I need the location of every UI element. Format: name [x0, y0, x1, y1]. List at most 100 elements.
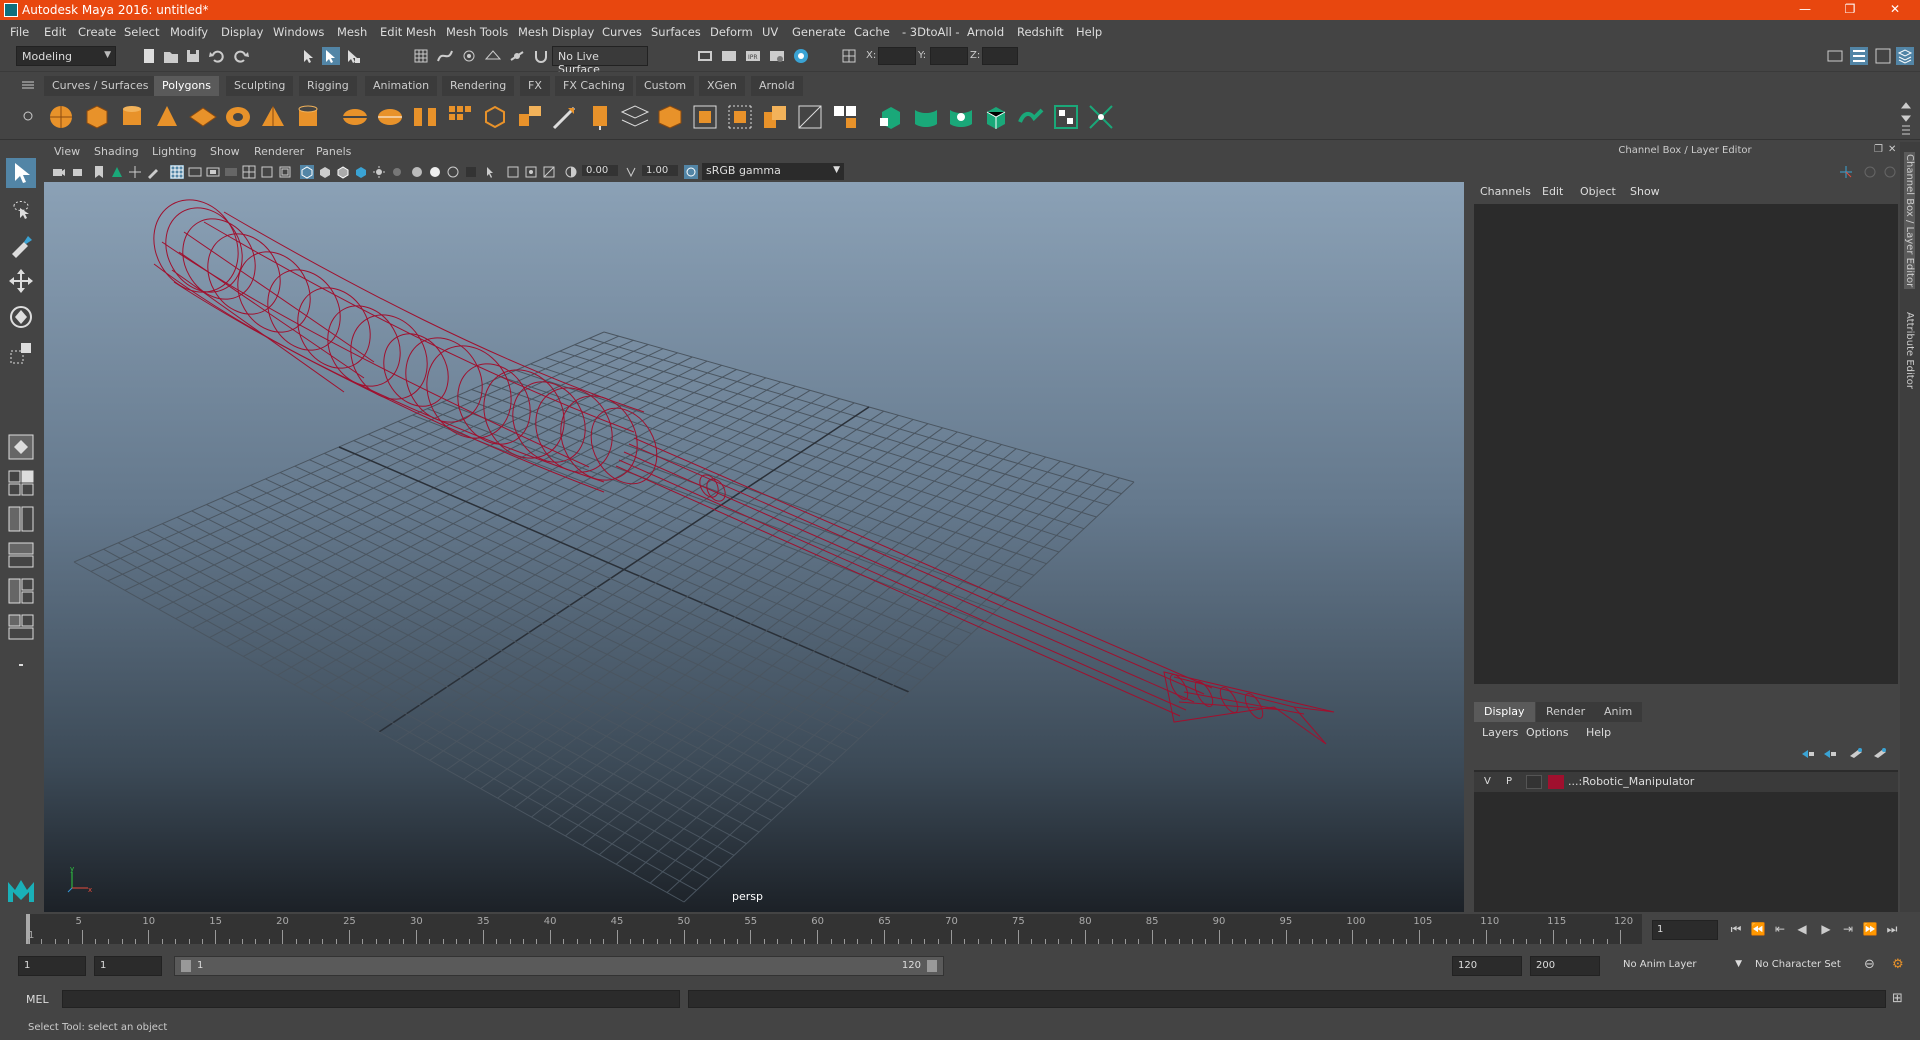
rotate-tool-icon[interactable]: [6, 302, 36, 332]
uv-layout-icon[interactable]: [1051, 102, 1081, 132]
menu-modify[interactable]: Modify: [170, 25, 208, 39]
menu-curves[interactable]: Curves: [602, 25, 642, 39]
menu-windows[interactable]: Windows: [273, 25, 324, 39]
range-end-handle[interactable]: [927, 960, 937, 972]
backface-culling-icon[interactable]: [542, 165, 556, 179]
float-panel-icon[interactable]: ❐: [1874, 144, 1883, 155]
minimize-button[interactable]: —: [1790, 2, 1820, 18]
modeling-toolkit-icon[interactable]: [1826, 47, 1844, 65]
smooth-shade-icon[interactable]: [318, 165, 332, 179]
mirror-icon[interactable]: [725, 102, 755, 132]
channels-menu[interactable]: Channels: [1480, 185, 1531, 198]
poly-pipe-icon[interactable]: [293, 102, 323, 132]
exposure-icon[interactable]: [564, 165, 578, 179]
menu-edit-mesh[interactable]: Edit Mesh: [380, 25, 436, 39]
help-menu[interactable]: Help: [1586, 726, 1611, 739]
end-time-field[interactable]: 200: [1530, 956, 1600, 976]
move-tool-icon[interactable]: [6, 266, 36, 296]
select-by-object-icon[interactable]: [322, 47, 340, 65]
render-layout-icon[interactable]: [6, 612, 36, 642]
view-transform-icon[interactable]: [684, 165, 698, 179]
y-field[interactable]: [930, 47, 968, 65]
field-chart-icon[interactable]: [242, 165, 256, 179]
xray-joints-icon[interactable]: [524, 165, 538, 179]
shelf-tab-rendering[interactable]: Rendering: [442, 76, 515, 96]
grid-toggle-icon[interactable]: [170, 165, 184, 179]
wireframe-icon[interactable]: [300, 165, 314, 179]
render-view-icon[interactable]: [696, 47, 714, 65]
planar-mapping-icon[interactable]: [876, 102, 906, 132]
menu-mesh-tools[interactable]: Mesh Tools: [446, 25, 508, 39]
paint-select-tool-icon[interactable]: [6, 230, 36, 260]
extrude-icon[interactable]: [515, 102, 545, 132]
play-backwards-icon[interactable]: ◀: [1794, 922, 1810, 938]
step-back-frame-icon[interactable]: ⏪: [1750, 922, 1766, 938]
layer-name[interactable]: ...:Robotic_Manipulator: [1568, 775, 1694, 788]
channel-box-toggle-icon[interactable]: [1896, 47, 1914, 65]
menu-redshift[interactable]: Redshift: [1017, 25, 1064, 39]
menu-mesh[interactable]: Mesh: [337, 25, 367, 39]
ipr-render-icon[interactable]: IPR: [744, 47, 762, 65]
viewport-menu-view[interactable]: View: [54, 145, 80, 158]
make-live-icon[interactable]: [508, 47, 526, 65]
target-weld-icon[interactable]: [585, 102, 615, 132]
mel-input[interactable]: [62, 990, 680, 1008]
gamma-field[interactable]: 1.00: [642, 165, 678, 176]
render-current-frame-icon[interactable]: [720, 47, 738, 65]
unfold-uv-icon[interactable]: [1016, 102, 1046, 132]
shelf-tab-sculpting[interactable]: Sculpting: [226, 76, 294, 96]
layer-tab-render[interactable]: Render: [1536, 702, 1596, 722]
mel-label[interactable]: MEL: [26, 993, 49, 1006]
resolution-gate-icon[interactable]: [206, 165, 220, 179]
menu-arnold[interactable]: Arnold: [967, 25, 1004, 39]
bookmark-icon[interactable]: [92, 165, 106, 179]
step-forward-frame-icon[interactable]: ⏩: [1862, 922, 1878, 938]
persp-graph-layout-icon[interactable]: [6, 540, 36, 570]
select-camera-icon[interactable]: [52, 165, 66, 179]
merge-icon[interactable]: [690, 102, 720, 132]
menu-create[interactable]: Create: [78, 25, 116, 39]
layer-tab-display[interactable]: Display: [1474, 702, 1535, 722]
2d-pan-zoom-icon[interactable]: [128, 165, 142, 179]
cylindrical-mapping-icon[interactable]: [911, 102, 941, 132]
gate-mask-icon[interactable]: [224, 165, 238, 179]
layer-tab-anim[interactable]: Anim: [1594, 702, 1643, 722]
menu-help[interactable]: Help: [1076, 25, 1102, 39]
shelf-tab-rigging[interactable]: Rigging: [299, 76, 357, 96]
poly-pyramid-icon[interactable]: [258, 102, 288, 132]
layer-type-toggle[interactable]: [1526, 775, 1542, 789]
spherical-mapping-icon[interactable]: [946, 102, 976, 132]
extract-icon[interactable]: [410, 102, 440, 132]
save-scene-icon[interactable]: [184, 47, 202, 65]
shelf-tab-custom[interactable]: Custom: [636, 76, 695, 96]
step-back-key-icon[interactable]: ⇤: [1772, 922, 1788, 938]
lasso-tool-icon[interactable]: [6, 194, 36, 224]
menu-display[interactable]: Display: [221, 25, 263, 39]
redo-icon[interactable]: [232, 47, 250, 65]
shelf-menu-icon[interactable]: [22, 80, 34, 90]
input-line-icon[interactable]: [840, 47, 858, 65]
layer-playback-toggle[interactable]: P: [1506, 776, 1512, 787]
textured-icon[interactable]: [354, 165, 368, 179]
poly-plane-icon[interactable]: [188, 102, 218, 132]
shelf-tab-arnold[interactable]: Arnold: [751, 76, 803, 96]
menu-3dtoall[interactable]: - 3DtoAll -: [902, 25, 960, 39]
shelf-tab-curves-surfaces[interactable]: Curves / Surfaces: [44, 76, 157, 96]
step-forward-key-icon[interactable]: ⇥: [1840, 922, 1856, 938]
menu-select[interactable]: Select: [124, 25, 159, 39]
time-slider-track[interactable]: 1 5 10 15 20 25 30 35 40 45 50 55 60 65 70 75 80 85 90 95 1…: [26, 914, 1642, 944]
boolean-icon[interactable]: [760, 102, 790, 132]
anim-layer-dropdown[interactable]: No Anim Layer ▼: [1618, 956, 1744, 976]
attribute-editor-toggle-icon[interactable]: [1850, 47, 1868, 65]
x-field[interactable]: [878, 47, 916, 65]
four-view-layout-icon[interactable]: [6, 468, 36, 498]
menu-uv[interactable]: UV: [762, 25, 778, 39]
speed-icon[interactable]: [1862, 164, 1878, 180]
toolbox-expand-icon[interactable]: [6, 650, 36, 680]
start-time-field[interactable]: 1: [18, 956, 86, 976]
separate-icon[interactable]: [375, 102, 405, 132]
shelf-tab-polygons[interactable]: Polygons: [154, 76, 219, 96]
single-perspective-layout-icon[interactable]: [6, 432, 36, 462]
select-by-hierarchy-icon[interactable]: [300, 47, 318, 65]
viewport-menu-panels[interactable]: Panels: [316, 145, 351, 158]
